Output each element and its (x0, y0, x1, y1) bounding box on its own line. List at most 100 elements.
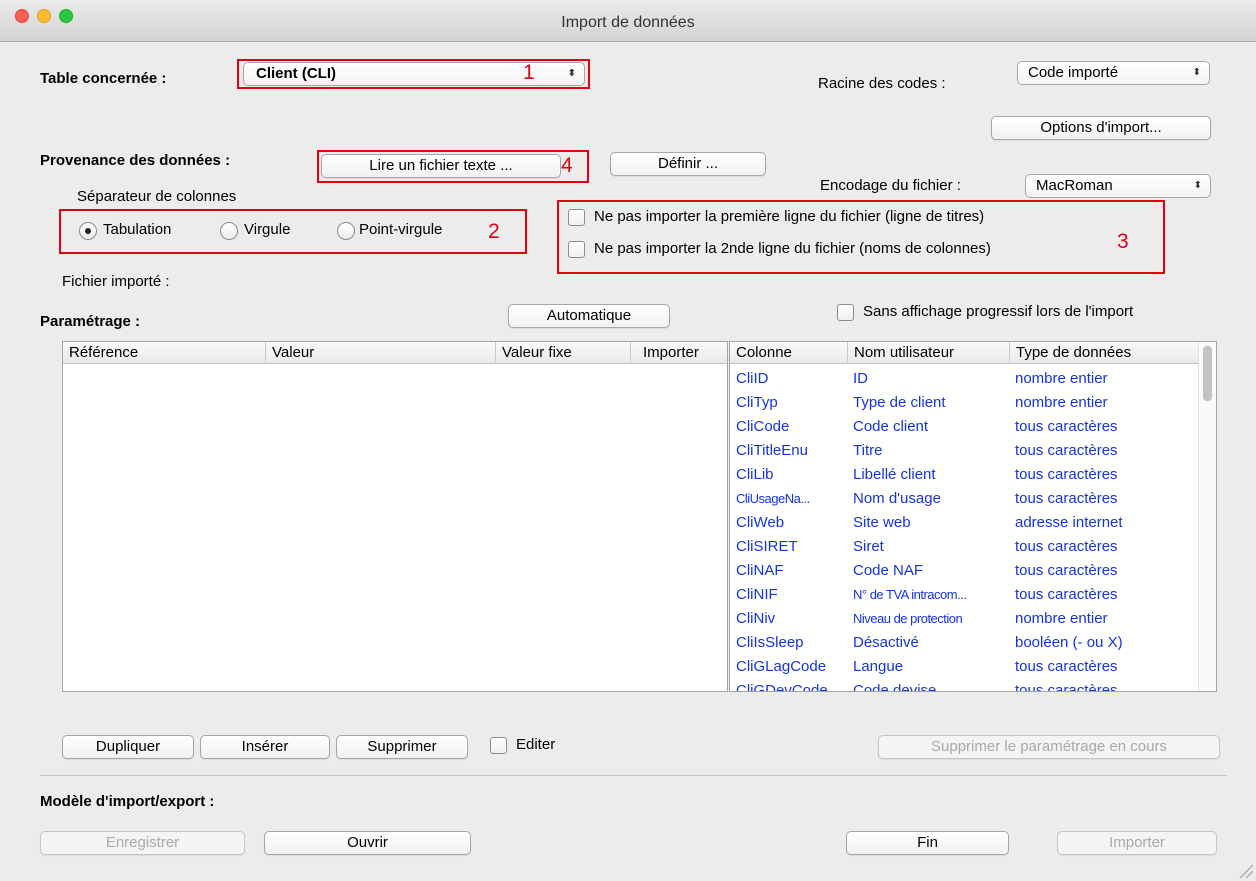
fields-table[interactable]: Colonne Nom utilisateur Type de données … (729, 341, 1217, 692)
automatic-button[interactable]: Automatique (508, 304, 670, 328)
delete-current-settings-button[interactable]: Supprimer le paramétrage en cours (878, 735, 1220, 759)
codes-root-select[interactable]: Code importé ⬍ (1017, 61, 1210, 85)
edit-checkbox[interactable] (490, 737, 507, 754)
fields-table-row[interactable]: CliTyp Type de client nombre entier (730, 391, 1198, 415)
select-arrows-icon: ⬍ (567, 68, 576, 79)
delete-button[interactable]: Supprimer (336, 735, 468, 759)
fields-table-row[interactable]: CliID ID nombre entier (730, 367, 1198, 391)
annotation-number-1: 1 (523, 61, 535, 84)
fields-table-row[interactable]: CliNIF N° de TVA intracom... tous caractèr… (730, 583, 1198, 607)
field-column-cell: CliLib (736, 466, 774, 483)
table-label: Table concernée : (40, 70, 167, 87)
field-type-cell: tous caractères (1015, 682, 1118, 692)
field-column-cell: CliNIF (736, 586, 778, 603)
fields-table-row[interactable]: CliSIRET Siret tous caractères (730, 535, 1198, 559)
fields-table-row[interactable]: CliGDevCode Code devise tous caractères (730, 679, 1198, 692)
skip-second-line-label: Ne pas importer la 2nde ligne du fichier… (594, 240, 991, 257)
field-type-cell: nombre entier (1015, 370, 1108, 387)
field-column-cell: CliUsageNa... (736, 491, 810, 506)
finish-button[interactable]: Fin (846, 831, 1009, 855)
field-user-name-cell: ID (853, 370, 868, 387)
field-user-name-cell: Site web (853, 514, 911, 531)
field-type-cell: tous caractères (1015, 466, 1118, 483)
model-label: Modèle d'import/export : (40, 793, 215, 810)
field-column-cell: CliTitleEnu (736, 442, 808, 459)
radio-tabulation[interactable] (79, 222, 97, 240)
fields-table-row[interactable]: CliNAF Code NAF tous caractères (730, 559, 1198, 583)
codes-root-value: Code importé (1028, 64, 1119, 81)
skip-first-line-checkbox[interactable] (568, 209, 585, 226)
mapping-table-header: Référence Valeur Valeur fixe Importer (63, 342, 727, 364)
fields-table-body: CliID ID nombre entier CliTyp Type de client… (730, 367, 1198, 692)
col-header-user-name[interactable]: Nom utilisateur (847, 342, 1008, 364)
field-user-name-cell: Code devise (853, 682, 937, 692)
field-type-cell: nombre entier (1015, 394, 1108, 411)
field-user-name-cell: Libellé client (853, 466, 936, 483)
fields-table-row[interactable]: CliWeb Site web adresse internet (730, 511, 1198, 535)
col-header-import[interactable]: Importer (630, 342, 727, 364)
field-user-name-cell: Code client (853, 418, 929, 435)
field-column-cell: CliIsSleep (736, 634, 804, 651)
field-user-name-cell: Nom d'usage (853, 490, 941, 507)
insert-button[interactable]: Insérer (200, 735, 330, 759)
field-column-cell: CliNiv (736, 610, 776, 627)
window-title: Import de données (561, 14, 695, 31)
field-type-cell: tous caractères (1015, 418, 1118, 435)
radio-point-virgule-label: Point-virgule (359, 221, 443, 238)
encoding-select[interactable]: MacRoman ⬍ (1025, 174, 1211, 198)
codes-root-label: Racine des codes : (818, 75, 946, 92)
field-user-name-cell: Siret (853, 538, 884, 555)
field-user-name-cell: Titre (853, 442, 883, 459)
separator-label: Séparateur de colonnes (77, 188, 237, 205)
fields-table-row[interactable]: CliNiv Niveau de protection nombre entier (730, 607, 1198, 631)
col-header-data-type[interactable]: Type de données (1009, 342, 1198, 364)
field-column-cell: CliNAF (736, 562, 784, 579)
fields-table-row[interactable]: CliGLagCode Langue tous caractères (730, 655, 1198, 679)
duplicate-button[interactable]: Dupliquer (62, 735, 194, 759)
annotation-number-4: 4 (561, 154, 573, 177)
field-type-cell: tous caractères (1015, 658, 1118, 675)
encoding-label: Encodage du fichier : (820, 177, 961, 194)
import-button[interactable]: Importer (1057, 831, 1217, 855)
col-header-value[interactable]: Valeur (265, 342, 495, 364)
radio-virgule[interactable] (220, 222, 238, 240)
col-header-fixed-value[interactable]: Valeur fixe (495, 342, 630, 364)
no-progress-checkbox[interactable] (837, 304, 854, 321)
fields-table-row[interactable]: CliUsageNa... Nom d'usage tous caractères (730, 487, 1198, 511)
field-type-cell: tous caractères (1015, 538, 1118, 555)
fields-table-row[interactable]: CliCode Code client tous caractères (730, 415, 1198, 439)
edit-label: Editer (516, 736, 556, 753)
radio-point-virgule[interactable] (337, 222, 355, 240)
fields-table-row[interactable]: CliLib Libellé client tous caractères (730, 463, 1198, 487)
radio-virgule-label: Virgule (244, 221, 291, 238)
imported-file-label: Fichier importé : (62, 273, 170, 290)
field-type-cell: nombre entier (1015, 610, 1108, 627)
encoding-value: MacRoman (1036, 177, 1113, 194)
field-column-cell: CliGLagCode (736, 658, 827, 675)
field-user-name-cell: Désactivé (853, 634, 919, 651)
field-type-cell: tous caractères (1015, 490, 1118, 507)
open-model-button[interactable]: Ouvrir (264, 831, 471, 855)
field-type-cell: tous caractères (1015, 442, 1118, 459)
col-header-column[interactable]: Colonne (730, 342, 846, 364)
field-column-cell: CliTyp (736, 394, 778, 411)
settings-label: Paramétrage : (40, 313, 141, 330)
field-column-cell: CliWeb (736, 514, 785, 531)
col-header-reference[interactable]: Référence (63, 342, 263, 364)
define-button[interactable]: Définir ... (610, 152, 766, 176)
import-options-button[interactable]: Options d'import... (991, 116, 1211, 140)
read-text-file-button[interactable]: Lire un fichier texte ... (321, 154, 561, 178)
fields-scrollbar[interactable] (1198, 342, 1216, 691)
fields-table-row[interactable]: CliIsSleep Désactivé booléen (- ou X) (730, 631, 1198, 655)
save-model-button[interactable]: Enregistrer (40, 831, 245, 855)
mapping-table[interactable]: Référence Valeur Valeur fixe Importer (62, 341, 728, 692)
field-user-name-cell: Niveau de protection (853, 611, 963, 626)
fields-table-row[interactable]: CliTitleEnu Titre tous caractères (730, 439, 1198, 463)
annotation-number-2: 2 (488, 220, 500, 243)
skip-second-line-checkbox[interactable] (568, 241, 585, 258)
annotation-number-3: 3 (1117, 230, 1129, 253)
fields-scrollbar-thumb[interactable] (1203, 346, 1212, 401)
field-type-cell: booléen (- ou X) (1015, 634, 1123, 651)
field-user-name-cell: N° de TVA intracom... (853, 587, 967, 602)
resize-grip-icon[interactable] (1236, 861, 1254, 879)
